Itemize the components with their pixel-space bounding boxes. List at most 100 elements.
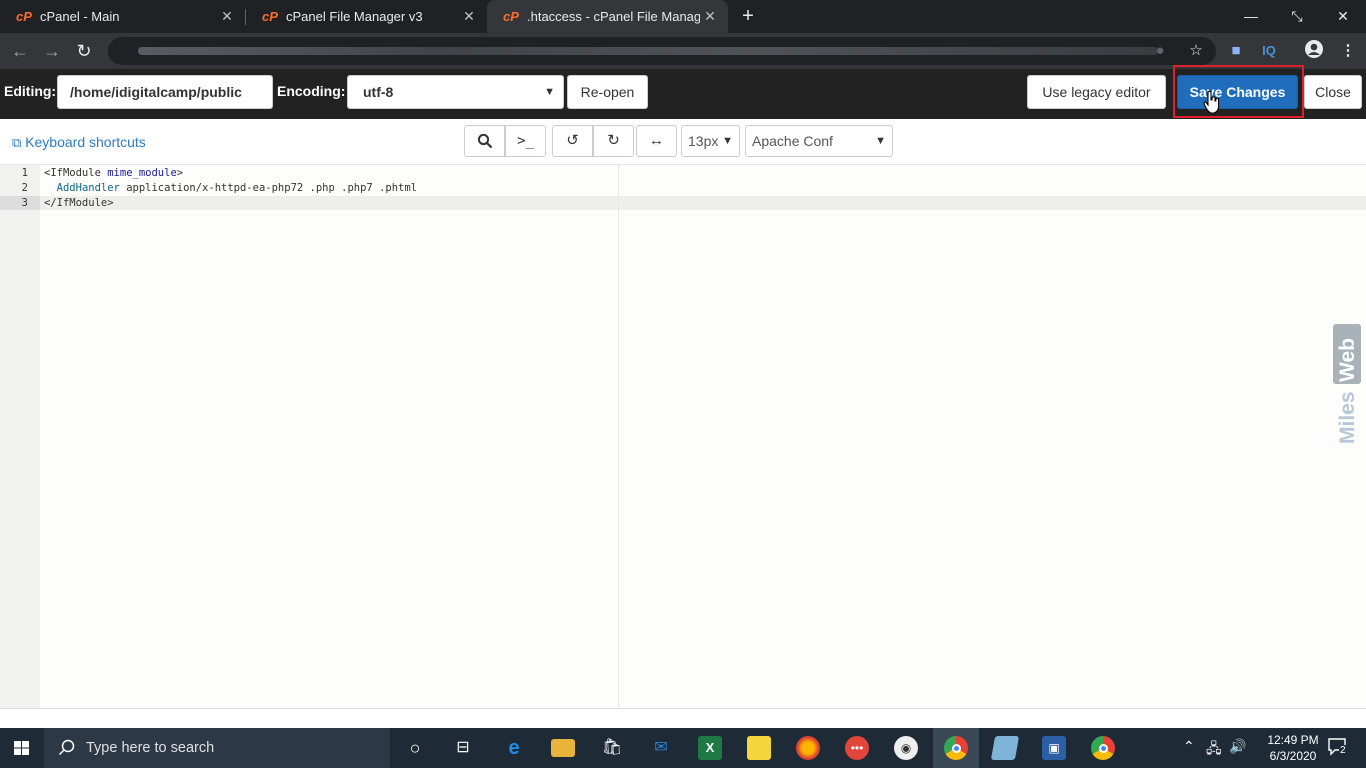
chevron-down-icon: ▼ xyxy=(544,86,555,98)
profile-icon[interactable] xyxy=(1302,39,1326,63)
external-link-icon: ⧉ xyxy=(12,135,22,150)
close-button[interactable]: Close xyxy=(1304,75,1362,109)
media-player-icon[interactable]: ◉ xyxy=(894,736,918,760)
milesweb-logo: Miles Web xyxy=(1333,324,1361,444)
reload-icon[interactable]: ↻ xyxy=(72,39,96,63)
code-tag: </IfModule> xyxy=(44,197,114,209)
hand-cursor-icon xyxy=(1203,90,1220,114)
cpanel-icon: cP xyxy=(262,8,278,24)
active-line xyxy=(40,196,1366,210)
chevron-up-icon[interactable]: ⌃ xyxy=(1183,738,1195,755)
extension-icon[interactable]: ■ xyxy=(1224,39,1248,63)
network-icon[interactable]: 🖧 xyxy=(1206,738,1222,762)
mode-select[interactable]: Apache Conf ▼ xyxy=(745,125,893,157)
svg-text:Web: Web xyxy=(1336,338,1359,382)
site-icon: ● xyxy=(1155,42,1165,59)
iq-extension-icon[interactable]: IQ xyxy=(1257,39,1281,63)
keyboard-shortcuts-link[interactable]: ⧉ Keyboard shortcuts xyxy=(12,134,146,151)
close-tab-icon[interactable]: ✕ xyxy=(217,8,237,25)
save-button-highlight xyxy=(1173,65,1304,118)
chat-icon[interactable]: ••• xyxy=(845,736,869,760)
new-tab-button[interactable]: + xyxy=(737,4,759,28)
browser-tab-strip: cP cPanel - Main ✕ cP cPanel File Manage… xyxy=(0,0,1366,33)
code-line[interactable]: <IfModule mime_module> xyxy=(44,167,183,179)
undo-button[interactable]: ↺ xyxy=(552,125,593,157)
line-number: 1 xyxy=(21,167,28,179)
line-number: 3 xyxy=(21,197,28,209)
milesweb-watermark: Miles Web xyxy=(1333,324,1361,446)
start-button[interactable] xyxy=(0,728,44,768)
goto-line-button[interactable]: >_ xyxy=(505,125,546,157)
close-tab-icon[interactable]: ✕ xyxy=(459,8,479,25)
system-clock[interactable]: 12:49 PM 6/3/2020 xyxy=(1258,732,1328,764)
code-editor[interactable]: 1 2 3 <IfModule mime_module> AddHandler … xyxy=(0,165,1366,708)
search-placeholder: Type here to search xyxy=(86,740,215,756)
line-gutter xyxy=(0,165,40,708)
code-directive: AddHandler xyxy=(56,182,120,194)
sticky-notes-icon[interactable] xyxy=(747,736,771,760)
excel-icon[interactable]: X xyxy=(698,736,722,760)
store-icon[interactable]: 🛍 xyxy=(600,736,624,760)
forward-icon[interactable]: → xyxy=(40,39,64,63)
wrap-arrows-icon: ↔ xyxy=(649,132,664,149)
file-path-field[interactable]: /home/idigitalcamp/public xyxy=(57,75,273,109)
line-number: 2 xyxy=(21,182,28,194)
address-bar[interactable]: ● ☆ xyxy=(108,37,1216,65)
editor-footer xyxy=(0,708,1366,728)
encoding-label: Encoding: xyxy=(277,83,346,99)
redo-icon: ↻ xyxy=(607,132,620,149)
reopen-button[interactable]: Re-open xyxy=(567,75,648,109)
cpanel-icon: cP xyxy=(503,8,519,24)
cortana-icon[interactable]: ○ xyxy=(403,736,427,760)
chrome-icon[interactable] xyxy=(944,736,968,760)
editor-toolbar: ⧉ Keyboard shortcuts >_ ↺ ↻ ↔ 13px ▼ Apa… xyxy=(0,119,1366,165)
firefox-icon[interactable] xyxy=(796,736,820,760)
mail-icon[interactable]: ✉ xyxy=(649,736,673,760)
search-icon xyxy=(58,739,75,756)
screen-recorder-icon[interactable]: ▣ xyxy=(1042,736,1066,760)
close-window-button[interactable]: ✕ xyxy=(1320,0,1366,33)
close-tab-icon[interactable]: ✕ xyxy=(700,8,720,25)
blurred-url xyxy=(138,47,1158,55)
use-legacy-editor-button[interactable]: Use legacy editor xyxy=(1027,75,1166,109)
bookmark-star-icon[interactable]: ☆ xyxy=(1184,39,1208,63)
back-icon[interactable]: ← xyxy=(8,39,32,63)
clock-date: 6/3/2020 xyxy=(1269,749,1317,763)
restore-button[interactable]: ⤡ xyxy=(1274,0,1320,33)
code-arg: mime_module xyxy=(107,167,177,179)
tab-cpanel-main[interactable]: cP cPanel - Main ✕ xyxy=(0,0,245,33)
redo-button[interactable]: ↻ xyxy=(593,125,634,157)
volume-icon[interactable]: 🔊 xyxy=(1229,738,1246,755)
chrome-icon[interactable] xyxy=(1091,736,1115,760)
task-view-icon[interactable]: ⊟ xyxy=(451,736,475,760)
tab-title: cPanel - Main xyxy=(40,9,120,24)
terminal-icon: >_ xyxy=(517,133,534,149)
svg-text:Miles: Miles xyxy=(1336,391,1359,444)
chevron-down-icon: ▼ xyxy=(722,135,733,147)
taskbar-search[interactable]: Type here to search xyxy=(44,728,390,768)
tab-title: cPanel File Manager v3 xyxy=(286,9,423,24)
minimize-button[interactable]: — xyxy=(1228,0,1274,33)
code-line[interactable]: AddHandler application/x-httpd-ea-php72 … xyxy=(44,182,417,194)
font-size-select[interactable]: 13px ▼ xyxy=(681,125,740,157)
notification-icon[interactable]: 2 xyxy=(1327,736,1349,761)
code-tag-end: > xyxy=(176,167,184,179)
notification-count: 2 xyxy=(1339,745,1347,756)
edge-icon[interactable]: e xyxy=(502,736,526,760)
keyboard-shortcuts-label: Keyboard shortcuts xyxy=(25,134,146,150)
search-icon xyxy=(477,133,492,149)
search-button[interactable] xyxy=(464,125,505,157)
mode-value: Apache Conf xyxy=(752,133,833,149)
chevron-down-icon: ▼ xyxy=(875,135,886,147)
tab-file-manager[interactable]: cP cPanel File Manager v3 ✕ xyxy=(246,0,487,33)
clock-time: 12:49 PM xyxy=(1267,733,1319,747)
encoding-select[interactable]: utf-8 ▼ xyxy=(347,75,564,109)
menu-kebab-icon[interactable]: ⋮ xyxy=(1336,39,1360,63)
word-wrap-button[interactable]: ↔ xyxy=(636,125,677,157)
notepad-icon[interactable] xyxy=(990,736,1020,760)
code-args: application/x-httpd-ea-php72 .php .php7 … xyxy=(126,182,417,194)
code-line[interactable]: </IfModule> xyxy=(44,197,114,209)
encoding-value: utf-8 xyxy=(363,84,394,100)
tab-htaccess-editor[interactable]: cP .htaccess - cPanel File Manager v ✕ xyxy=(487,0,728,33)
file-explorer-icon[interactable] xyxy=(551,739,575,757)
